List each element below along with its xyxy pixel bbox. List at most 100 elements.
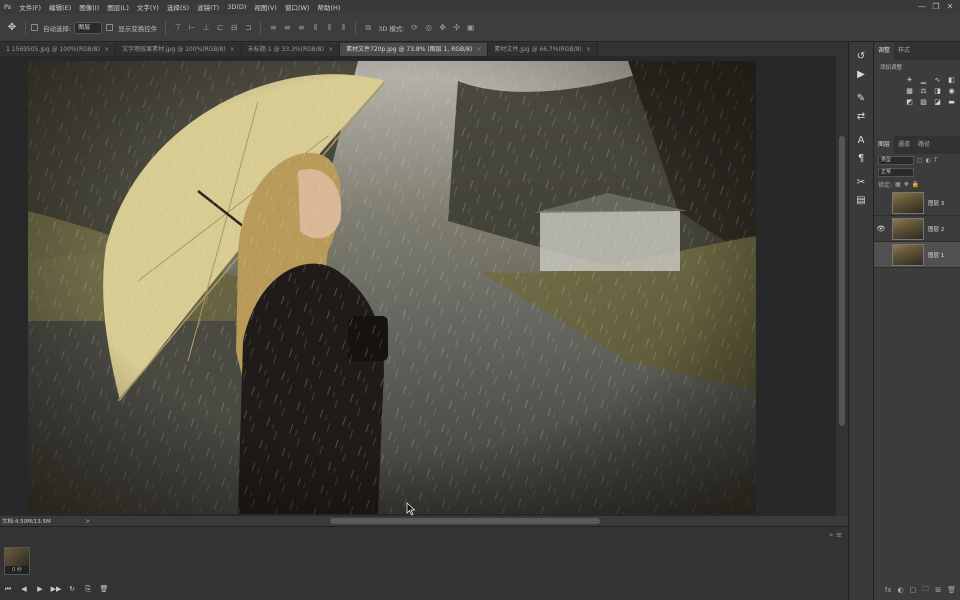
character-icon[interactable]: A — [849, 132, 873, 150]
menu-item-3d[interactable]: 3D(D) — [223, 3, 250, 11]
play-icon[interactable]: ▶ — [34, 584, 46, 595]
invert-icon[interactable]: ◩ — [904, 98, 915, 107]
3d-rotate-icon[interactable]: ⟳ — [409, 22, 421, 34]
tool-presets-icon[interactable]: ✂ — [849, 174, 873, 192]
show-transform-checkbox[interactable] — [106, 24, 114, 31]
lock-pixels-icon[interactable]: ▦ — [895, 181, 901, 188]
history-icon[interactable]: ↺ — [849, 48, 873, 66]
paragraph-icon[interactable]: ¶ — [849, 150, 873, 168]
tween-icon[interactable]: ↻ — [66, 584, 78, 595]
distribute-right-icon[interactable]: ⦀ — [337, 22, 349, 34]
levels-icon[interactable]: ▁ — [918, 76, 929, 85]
filter-type-icon[interactable]: T — [934, 157, 938, 164]
brightness-icon[interactable]: ☀ — [904, 76, 915, 85]
distribute-hcenter-icon[interactable]: ⦀ — [323, 22, 335, 34]
document-tab[interactable]: 素材文件.jpg @ 66.7%(RGB/8) × — [488, 43, 598, 56]
menu-item-file[interactable]: 文件(F) — [15, 2, 45, 12]
kind-filter-dropdown[interactable]: 类型 — [878, 155, 914, 165]
hue-saturation-icon[interactable]: ▦ — [904, 87, 915, 96]
tab-channels[interactable]: 通道 — [894, 136, 914, 154]
lock-position-icon[interactable]: ✥ — [904, 181, 909, 188]
filter-adjust-icon[interactable]: ◐ — [926, 157, 931, 164]
menu-item-image[interactable]: 图像(I) — [75, 2, 103, 12]
3d-roll-icon[interactable]: ◎ — [423, 22, 435, 34]
exposure-icon[interactable]: ◧ — [946, 76, 957, 85]
distribute-bottom-icon[interactable]: ≡ — [295, 22, 307, 34]
photo-filter-icon[interactable]: ◉ — [946, 87, 957, 96]
layer-row[interactable]: 图层 3 — [874, 190, 960, 216]
fx-icon[interactable]: fx — [885, 586, 892, 594]
3d-scale-icon[interactable]: ▣ — [465, 22, 477, 34]
previous-frame-icon[interactable]: ◀ — [18, 584, 30, 595]
menu-item-ps[interactable]: Ps — [0, 3, 15, 11]
frame-duration[interactable]: 0 秒 — [5, 566, 29, 573]
close-icon[interactable]: × — [230, 46, 235, 53]
close-icon[interactable]: × — [586, 46, 591, 53]
collapse-icon[interactable]: » — [829, 531, 833, 539]
layer-row[interactable]: 👁 图层 2 — [874, 216, 960, 242]
minimize-button[interactable]: — — [916, 1, 928, 12]
color-balance-icon[interactable]: ⚖ — [918, 87, 929, 96]
auto-align-icon[interactable]: ⧉ — [362, 22, 374, 34]
folder-icon[interactable]: 🗀 — [922, 585, 929, 596]
curves-icon[interactable]: ∿ — [932, 76, 943, 85]
align-hcenter-icon[interactable]: ⊟ — [228, 22, 240, 34]
lock-all-icon[interactable]: 🔒 — [912, 181, 919, 188]
adjustment-layer-icon[interactable]: ◐ — [898, 586, 904, 594]
first-frame-icon[interactable]: ⏮ — [2, 584, 14, 595]
menu-item-filter[interactable]: 滤镜(T) — [193, 2, 223, 12]
menu-item-help[interactable]: 帮助(H) — [313, 2, 344, 12]
tab-styles[interactable]: 样式 — [894, 42, 914, 60]
brush-icon[interactable]: ✎ — [849, 90, 873, 108]
distribute-left-icon[interactable]: ⦀ — [309, 22, 321, 34]
document-tab-active[interactable]: 素材文件720p.jpg @ 73.8% (图层 1, RGB/8) × — [340, 43, 489, 56]
align-right-icon[interactable]: ⊐ — [242, 22, 254, 34]
align-left-icon[interactable]: ⊏ — [214, 22, 226, 34]
close-icon[interactable]: × — [328, 46, 333, 53]
auto-select-checkbox[interactable] — [31, 24, 38, 31]
move-tool-icon[interactable]: ✥ — [4, 20, 20, 36]
trash-icon[interactable]: 🗑 — [947, 586, 956, 594]
tab-paths[interactable]: 路径 — [914, 136, 934, 154]
close-icon[interactable]: × — [476, 46, 481, 53]
black-white-icon[interactable]: ◨ — [932, 87, 943, 96]
mask-icon[interactable]: ▢ — [910, 586, 917, 594]
status-menu-arrow[interactable]: > — [85, 518, 90, 525]
menu-item-edit[interactable]: 编辑(E) — [45, 2, 75, 12]
document-canvas[interactable] — [28, 61, 756, 514]
menu-item-view[interactable]: 视图(V) — [250, 2, 281, 12]
close-button[interactable]: ✕ — [944, 1, 956, 12]
blend-mode-dropdown[interactable]: 正常 — [878, 167, 914, 177]
new-layer-icon[interactable]: ⊞ — [935, 586, 941, 594]
menu-item-type[interactable]: 文字(Y) — [133, 2, 163, 12]
3d-slide-icon[interactable]: ✣ — [451, 22, 463, 34]
clone-source-icon[interactable]: ▤ — [849, 192, 873, 210]
distribute-top-icon[interactable]: ≡ — [267, 22, 279, 34]
restore-button[interactable]: ❐ — [930, 1, 942, 12]
canvas-area[interactable] — [0, 56, 848, 516]
close-icon[interactable]: × — [104, 46, 109, 53]
align-vcenter-icon[interactable]: ⊢ — [186, 22, 198, 34]
3d-pan-icon[interactable]: ✥ — [437, 22, 449, 34]
gradient-map-icon[interactable]: ▬ — [946, 98, 957, 107]
duplicate-frame-icon[interactable]: ⎘ — [82, 584, 94, 595]
vertical-scrollbar[interactable] — [836, 56, 848, 516]
actions-play-icon[interactable]: ▶ — [849, 66, 873, 84]
filter-pixel-icon[interactable]: ▢ — [917, 157, 923, 164]
distribute-vcenter-icon[interactable]: ≡ — [281, 22, 293, 34]
panel-menu-icon[interactable]: ≡ — [836, 531, 842, 539]
document-tab[interactable]: 文字雨效果素材.jpg @ 100%(RGB/8) × — [116, 43, 242, 56]
document-tab[interactable]: 1 1569505.jpg @ 100%(RGB/8) × — [0, 43, 117, 56]
tab-adjustments[interactable]: 调整 — [874, 42, 895, 60]
horizontal-scroll-thumb[interactable] — [330, 518, 601, 524]
delete-frame-icon[interactable]: 🗑 — [98, 584, 110, 595]
tab-layers[interactable]: 图层 — [874, 136, 895, 154]
menu-item-select[interactable]: 选择(S) — [163, 2, 193, 12]
auto-select-dropdown[interactable]: 图层 — [74, 21, 103, 34]
menu-item-window[interactable]: 窗口(W) — [281, 2, 314, 12]
eye-icon[interactable]: 👁 — [874, 225, 888, 233]
posterize-icon[interactable]: ▨ — [918, 98, 929, 107]
animation-frame[interactable]: 0 秒 — [4, 547, 30, 575]
layer-row-selected[interactable]: 图层 1 — [874, 242, 960, 268]
menu-item-layer[interactable]: 图层(L) — [103, 2, 133, 12]
